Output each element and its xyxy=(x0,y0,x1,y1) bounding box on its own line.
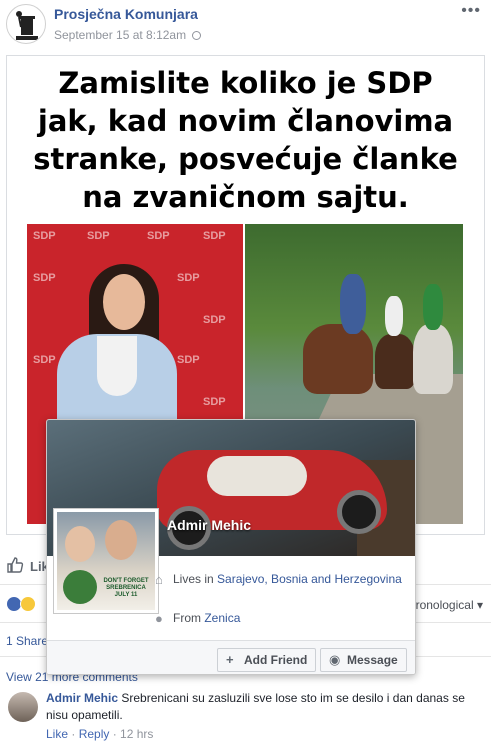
meme-line: stranke, posvećuje članke xyxy=(33,142,458,176)
comment-reply-button[interactable]: Reply xyxy=(79,727,110,741)
sdp-logo-text: SDP xyxy=(33,230,56,242)
hover-card-name[interactable]: Admir Mehic xyxy=(167,517,251,533)
sort-label: ronological xyxy=(415,598,474,612)
comment-sort-dropdown[interactable]: ronological ▾ xyxy=(416,598,483,612)
commenter-avatar[interactable] xyxy=(8,692,38,722)
message-label: Message xyxy=(347,653,398,667)
feed-post: Prosječna Komunjara September 15 at 8:12… xyxy=(0,0,491,748)
add-friend-icon: + xyxy=(226,652,234,667)
srebrenica-flower-icon xyxy=(63,570,97,604)
meme-line: Zamislite koliko je SDP xyxy=(58,66,433,100)
page-name[interactable]: Prosječna Komunjara xyxy=(54,6,198,22)
message-button[interactable]: ◉ Message xyxy=(320,648,407,672)
profile-hover-card: DON'T FORGET SREBRENICA JULY 11 Admir Me… xyxy=(46,419,416,675)
person-face xyxy=(105,520,137,560)
comment: Admir Mehic Srebrenicani su zasluzili sv… xyxy=(0,690,491,748)
post-timestamp[interactable]: September 15 at 8:12am xyxy=(54,28,202,42)
globe-icon xyxy=(192,31,202,41)
messenger-icon: ◉ xyxy=(329,652,341,667)
location-pin-icon: ● xyxy=(155,611,163,626)
add-friend-label: Add Friend xyxy=(244,653,308,667)
horse xyxy=(413,324,453,394)
profile-photo: DON'T FORGET SREBRENICA JULY 11 xyxy=(57,512,155,610)
woman-figure xyxy=(103,274,145,330)
home-icon: ⌂ xyxy=(155,572,163,587)
meme-line: jak, kad novim članovima xyxy=(37,104,454,138)
from-prefix: From xyxy=(173,611,205,625)
rider xyxy=(423,284,443,330)
profile-caption: DON'T FORGET SREBRENICA JULY 11 xyxy=(103,578,149,598)
sdp-logo-text: SDP xyxy=(177,272,200,284)
comment-body: Admir Mehic Srebrenicani su zasluzili sv… xyxy=(46,690,476,724)
comment-time[interactable]: 12 hrs xyxy=(120,727,153,741)
haha-reaction-icon[interactable] xyxy=(20,596,36,612)
meme-line: na zvaničnom sajtu. xyxy=(82,180,409,214)
horse xyxy=(375,334,415,389)
comment-author[interactable]: Admir Mehic xyxy=(46,691,118,705)
lives-location-link[interactable]: Sarajevo, Bosnia and Herzegovina xyxy=(217,572,402,586)
lives-prefix: Lives in xyxy=(173,572,218,586)
car-wheel xyxy=(337,490,381,534)
woman-figure xyxy=(97,336,137,396)
sdp-logo-text: SDP xyxy=(203,314,226,326)
more-options-icon[interactable]: ••• xyxy=(461,2,481,20)
meme-caption: Zamislite koliko je SDP jak, kad novim č… xyxy=(7,64,484,216)
sdp-logo-text: SDP xyxy=(87,230,110,242)
chevron-down-icon: ▾ xyxy=(476,598,483,612)
sdp-logo-text: SDP xyxy=(33,272,56,284)
from-location-link[interactable]: Zenica xyxy=(204,611,240,625)
post-header: Prosječna Komunjara September 15 at 8:12… xyxy=(0,0,491,52)
add-friend-button[interactable]: + Add Friend xyxy=(217,648,317,672)
page-avatar[interactable] xyxy=(6,4,46,44)
sdp-logo-text: SDP xyxy=(147,230,170,242)
lives-in-info: ⌂ Lives in Sarajevo, Bosnia and Herzegov… xyxy=(155,571,403,587)
horse xyxy=(303,324,373,394)
hover-card-footer: + Add Friend ◉ Message xyxy=(47,640,415,674)
timestamp-text[interactable]: September 15 at 8:12am xyxy=(54,28,186,42)
comment-meta: Like · Reply · 12 hrs xyxy=(46,727,154,741)
sdp-logo-text: SDP xyxy=(203,230,226,242)
rider xyxy=(385,296,403,336)
sdp-logo-text: SDP xyxy=(33,354,56,366)
thumbs-up-icon[interactable] xyxy=(6,556,24,574)
comment-like-button[interactable]: Like xyxy=(46,727,68,741)
sdp-logo-text: SDP xyxy=(177,354,200,366)
from-info: ● From Zenica xyxy=(155,610,240,626)
car-seat xyxy=(207,456,307,496)
sdp-logo-text: SDP xyxy=(203,396,226,408)
person-face xyxy=(65,526,95,562)
shares-count[interactable]: 1 Share xyxy=(6,634,48,648)
profile-picture[interactable]: DON'T FORGET SREBRENICA JULY 11 xyxy=(53,508,159,614)
trash-bin-logo-icon xyxy=(16,11,38,40)
rider xyxy=(340,274,366,334)
